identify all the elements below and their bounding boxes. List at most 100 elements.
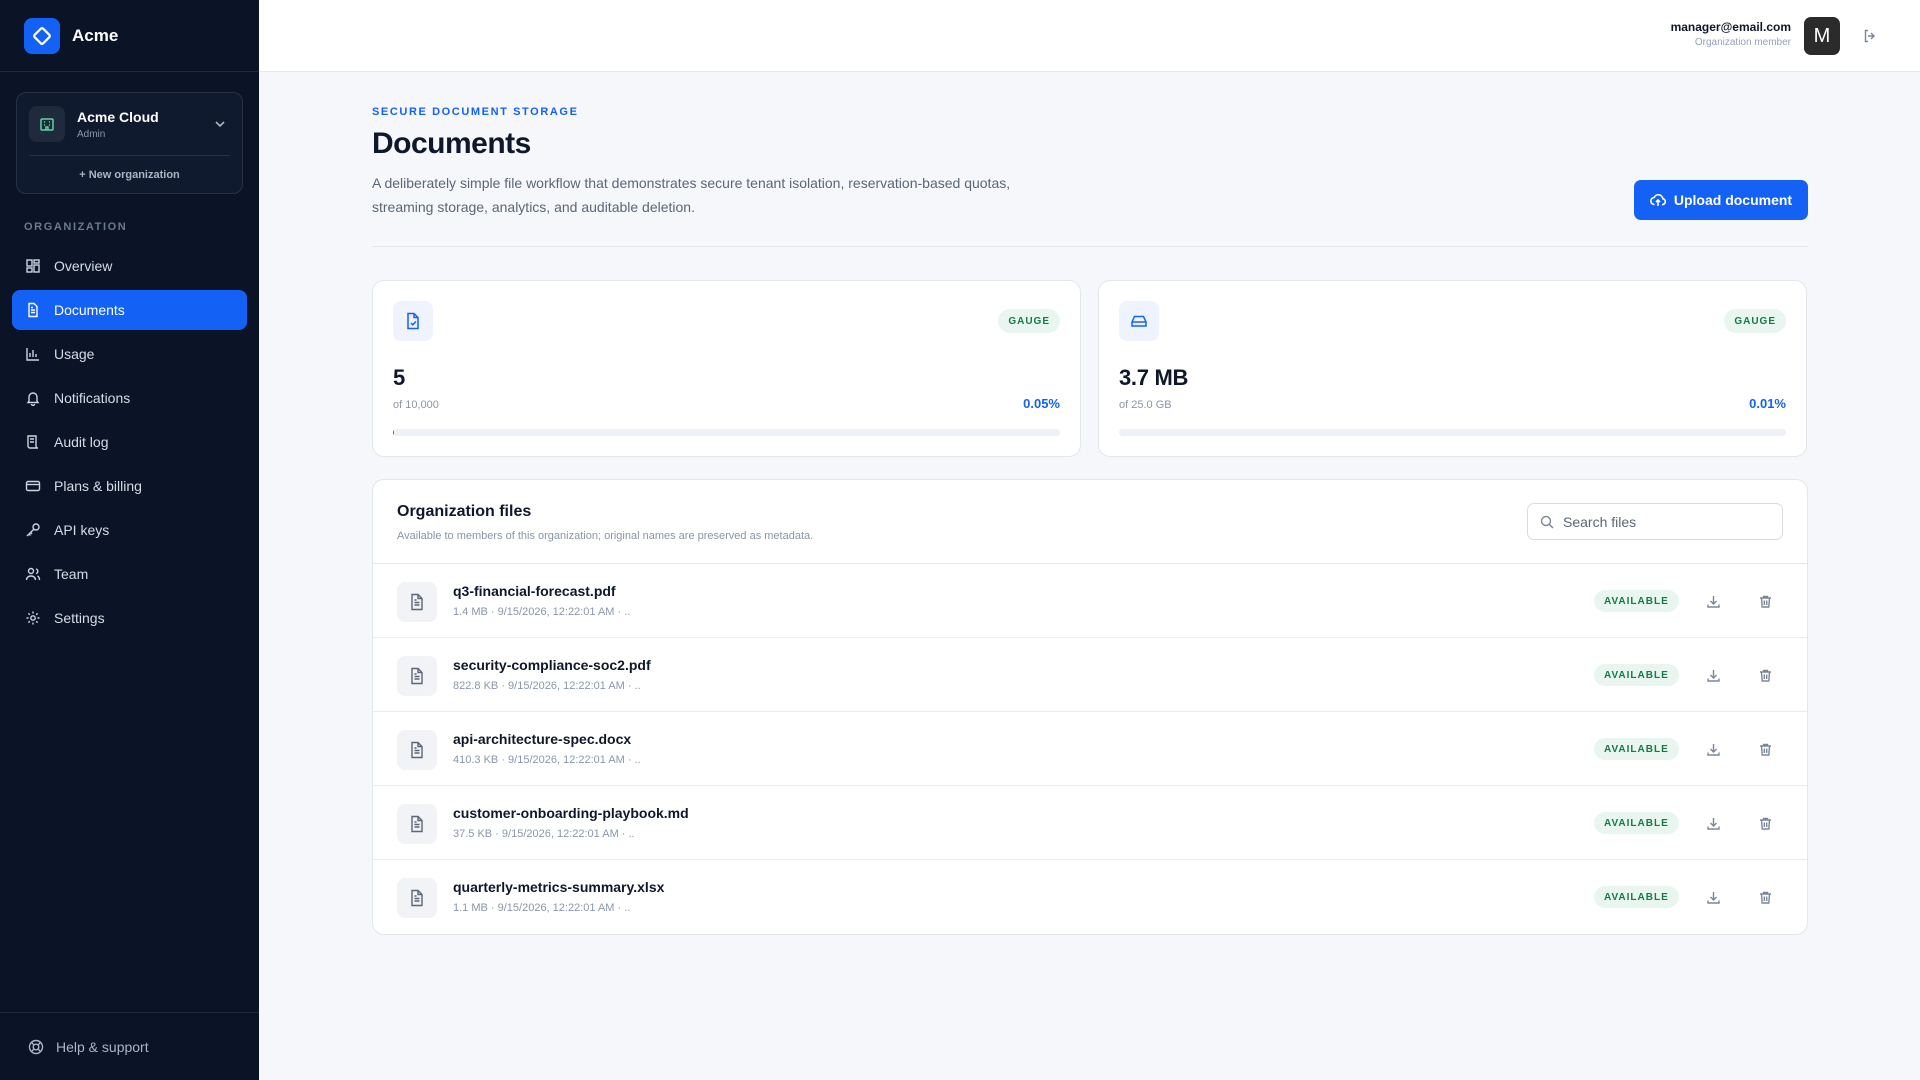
sidebar-item-notifications[interactable]: Notifications <box>12 378 247 418</box>
gauge-badge: GAUGE <box>998 309 1060 333</box>
files-title: Organization files <box>397 503 532 520</box>
user-email: manager@email.com <box>1670 20 1791 34</box>
stat-percent: 0.01% <box>1749 396 1786 411</box>
file-row[interactable]: q3-financial-forecast.pdf 1.4 MB · 9/15/… <box>373 564 1807 638</box>
file-check-icon <box>393 301 433 341</box>
status-badge: AVAILABLE <box>1594 664 1679 686</box>
download-icon[interactable] <box>1702 664 1724 686</box>
hard-drive-icon <box>1119 301 1159 341</box>
sidebar-nav: Overview Documents Usage Notifications A… <box>12 246 247 642</box>
file-name: security-compliance-soc2.pdf <box>453 657 651 673</box>
file-meta: 822.8 KB · 9/15/2026, 12:22:01 AM · .. <box>453 680 641 692</box>
page-eyebrow: SECURE DOCUMENT STORAGE <box>372 106 579 118</box>
file-name: q3-financial-forecast.pdf <box>453 583 616 599</box>
sidebar-item-label: Settings <box>54 610 105 626</box>
sidebar-item-settings[interactable]: Settings <box>12 598 247 638</box>
stat-limit: of 25.0 GB <box>1119 399 1172 411</box>
sidebar-item-label: Usage <box>54 346 95 362</box>
download-icon[interactable] <box>1702 812 1724 834</box>
organization-name: Acme Cloud <box>77 108 159 125</box>
bar-chart-icon <box>24 345 42 363</box>
new-organization-button[interactable]: + New organization <box>17 156 242 194</box>
logout-icon[interactable] <box>1859 25 1881 47</box>
divider <box>372 246 1808 247</box>
sidebar-item-label: Plans & billing <box>54 478 142 494</box>
avatar[interactable]: M <box>1804 17 1840 55</box>
help-support-label: Help & support <box>56 1038 149 1055</box>
upload-document-label: Upload document <box>1673 192 1793 208</box>
file-text-icon <box>397 656 437 696</box>
trash-icon[interactable] <box>1754 590 1776 612</box>
file-row[interactable]: quarterly-metrics-summary.xlsx 1.1 MB · … <box>373 860 1807 934</box>
file-name: customer-onboarding-playbook.md <box>453 805 689 821</box>
stat-limit: of 10,000 <box>393 399 439 411</box>
user-role: Organization member <box>1694 37 1791 48</box>
organization-switcher[interactable]: Acme Cloud Admin + New organization <box>16 92 243 194</box>
progress-bar <box>1119 429 1786 436</box>
building-icon <box>29 106 65 142</box>
file-row[interactable]: security-compliance-soc2.pdf 822.8 KB · … <box>373 638 1807 712</box>
search-input[interactable] <box>1563 513 1763 530</box>
users-icon <box>24 565 42 583</box>
scroll-icon <box>24 433 42 451</box>
file-meta: 1.4 MB · 9/15/2026, 12:22:01 AM · .. <box>453 606 631 618</box>
sidebar-item-usage[interactable]: Usage <box>12 334 247 374</box>
credit-card-icon <box>24 477 42 495</box>
files-subtitle: Available to members of this organizatio… <box>397 530 814 542</box>
lifebuoy-icon <box>28 1039 44 1055</box>
download-icon[interactable] <box>1702 590 1724 612</box>
status-badge: AVAILABLE <box>1594 590 1679 612</box>
chevron-down-icon[interactable] <box>210 114 230 134</box>
progress-bar <box>393 429 1060 436</box>
download-icon[interactable] <box>1702 738 1724 760</box>
sidebar-item-label: Audit log <box>54 434 109 450</box>
nav-heading: ORGANIZATION <box>24 221 128 233</box>
sidebar-item-documents[interactable]: Documents <box>12 290 247 330</box>
search-icon <box>1540 515 1554 529</box>
file-row[interactable]: api-architecture-spec.docx 410.3 KB · 9/… <box>373 712 1807 786</box>
trash-icon[interactable] <box>1754 812 1776 834</box>
diamond-logo-icon <box>24 17 60 54</box>
sidebar-item-overview[interactable]: Overview <box>12 246 247 286</box>
file-text-icon <box>397 730 437 770</box>
upload-document-button[interactable]: Upload document <box>1634 180 1808 220</box>
bell-icon <box>24 389 42 407</box>
status-badge: AVAILABLE <box>1594 886 1679 908</box>
trash-icon[interactable] <box>1754 886 1776 908</box>
sidebar-item-team[interactable]: Team <box>12 554 247 594</box>
page-title: Documents <box>372 127 531 160</box>
sidebar-item-plans-billing[interactable]: Plans & billing <box>12 466 247 506</box>
help-support-link[interactable]: Help & support <box>0 1012 259 1080</box>
file-text-icon <box>397 878 437 918</box>
stat-value: 5 <box>393 365 405 390</box>
stat-percent: 0.05% <box>1023 396 1060 411</box>
sidebar-item-label: Team <box>54 566 89 582</box>
trash-icon[interactable] <box>1754 664 1776 686</box>
search-box[interactable] <box>1527 503 1783 540</box>
status-badge: AVAILABLE <box>1594 812 1679 834</box>
sidebar-item-label: Documents <box>54 302 125 318</box>
trash-icon[interactable] <box>1754 738 1776 760</box>
file-meta: 410.3 KB · 9/15/2026, 12:22:01 AM · .. <box>453 754 641 766</box>
status-badge: AVAILABLE <box>1594 738 1679 760</box>
stat-value: 3.7 MB <box>1119 365 1189 390</box>
storage-gauge-card: GAUGE 3.7 MB of 25.0 GB 0.01% <box>1098 280 1807 457</box>
gear-icon <box>24 609 42 627</box>
download-icon[interactable] <box>1702 886 1724 908</box>
page-description: A deliberately simple file workflow that… <box>372 175 1011 215</box>
gauge-badge: GAUGE <box>1724 309 1786 333</box>
organization-files-panel: Organization files Available to members … <box>372 479 1808 935</box>
sidebar-item-audit-log[interactable]: Audit log <box>12 422 247 462</box>
files-panel-header: Organization files Available to members … <box>373 480 1807 564</box>
brand[interactable]: Acme <box>0 0 259 72</box>
file-name: quarterly-metrics-summary.xlsx <box>453 879 665 895</box>
file-meta: 37.5 KB · 9/15/2026, 12:22:01 AM · .. <box>453 828 635 840</box>
stats-row: GAUGE 5 of 10,000 0.05% GAUGE 3.7 MB of … <box>372 280 1808 457</box>
file-row[interactable]: customer-onboarding-playbook.md 37.5 KB … <box>373 786 1807 860</box>
sidebar-item-label: Notifications <box>54 390 131 406</box>
organization-role: Admin <box>77 128 106 140</box>
grid-icon <box>24 257 42 275</box>
key-icon <box>24 521 42 539</box>
sidebar-item-api-keys[interactable]: API keys <box>12 510 247 550</box>
topbar: manager@email.com Organization member M <box>259 0 1920 72</box>
